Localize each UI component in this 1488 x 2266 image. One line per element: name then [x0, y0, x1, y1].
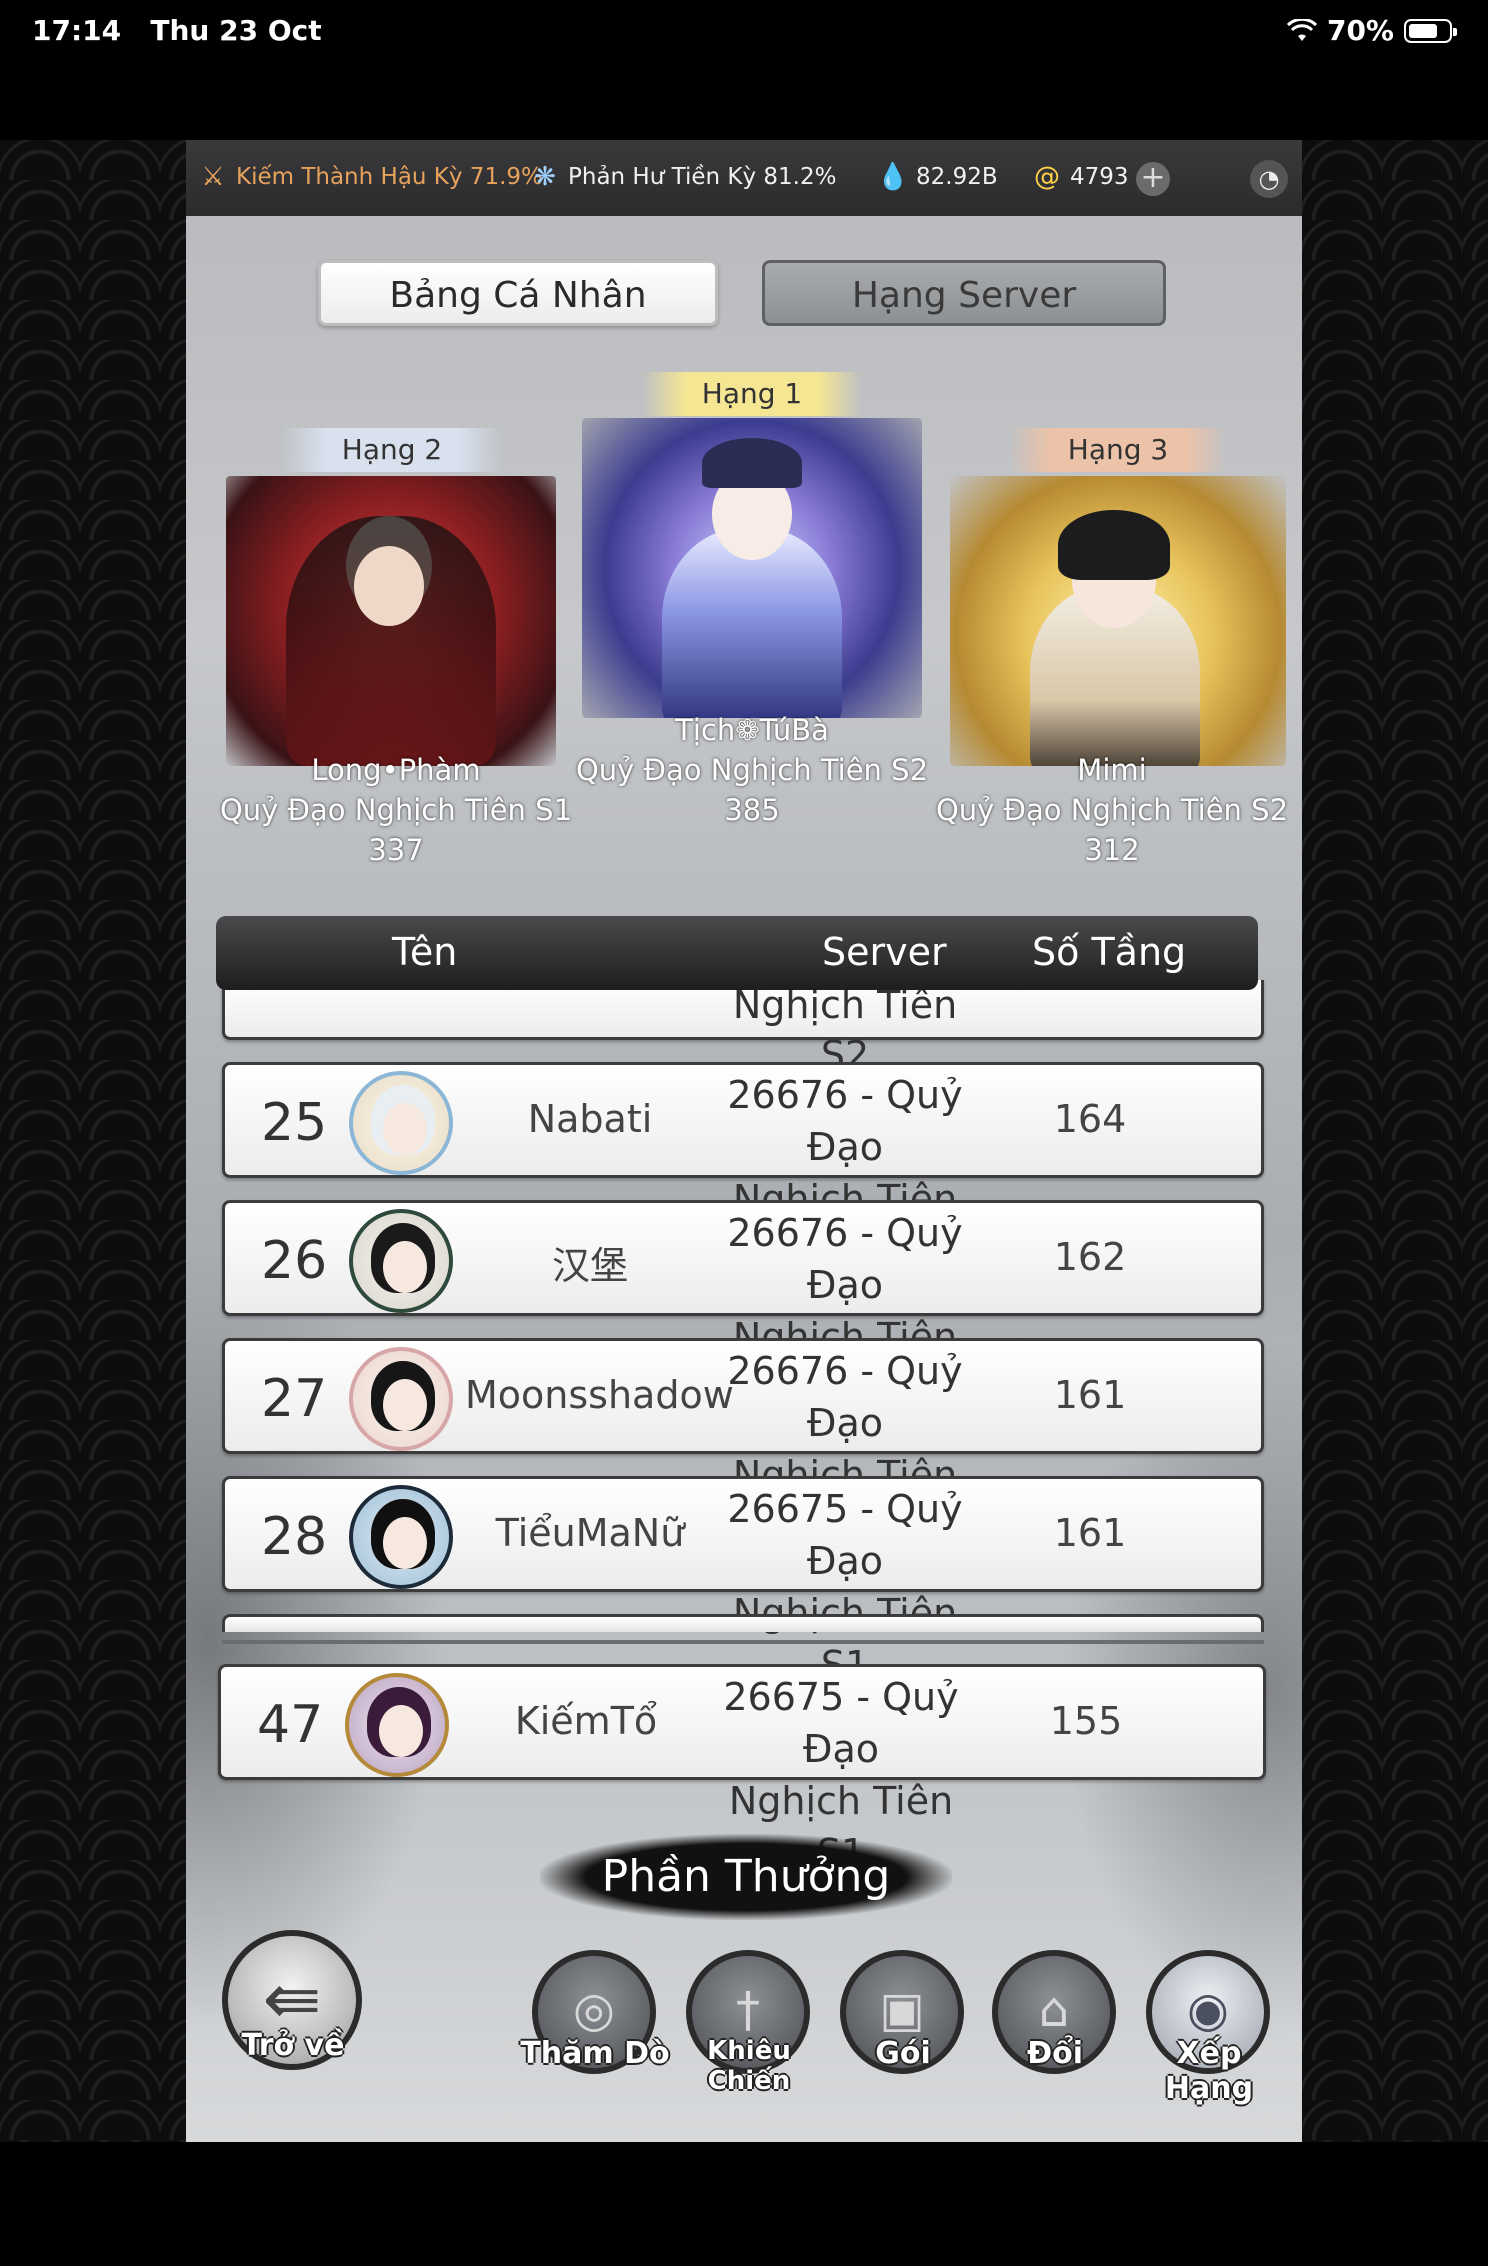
water-drop-icon: 💧: [876, 162, 910, 192]
game-screen: ⚔ Kiếm Thành Hậu Kỳ 71.9% ❋ Phản Hư Tiền…: [186, 140, 1302, 2142]
currency-coin-value: 4793: [1070, 164, 1129, 190]
row-server: 26675 - Quỷ Đạo Nghịch Tiên S1: [715, 1483, 975, 1691]
avatar: [349, 1071, 453, 1175]
row-name: Moonsshadow: [465, 1373, 734, 1417]
table-row[interactable]: 25 Nabati 26676 - Quỷ Đạo Nghịch Tiên S2…: [222, 1062, 1264, 1273]
currency-drop[interactable]: 💧 82.92B: [876, 160, 998, 194]
avatar: [349, 1209, 453, 1313]
table-row[interactable]: 27 Moonsshadow 26676 - Quỷ Đạo Nghịch Ti…: [222, 1338, 1264, 1549]
table-row[interactable]: 28 TiểuMaNữ 26675 - Quỷ Đạo Nghịch Tiên …: [222, 1476, 1264, 1687]
clock-icon[interactable]: ◔: [1250, 160, 1288, 198]
sword-icon: †: [736, 1982, 760, 2038]
realm-sword[interactable]: ⚔ Kiếm Thành Hậu Kỳ 71.9%: [196, 160, 543, 194]
sword-icon: ⚔: [201, 162, 225, 192]
row-server-line1: 26676 - Quỷ Đạo: [727, 1073, 963, 1169]
side-pattern-right: [1302, 140, 1488, 2142]
portrait-rank-2: [226, 476, 556, 766]
side-pattern-left: [0, 140, 186, 2142]
my-ranking-row[interactable]: 47 KiếmTổ 26675 - Quỷ Đạo Nghịch Tiên S1…: [218, 1664, 1266, 1875]
radar-icon: ◎: [573, 1982, 615, 2038]
tab-personal-ranking[interactable]: Bảng Cá Nhân: [318, 260, 718, 326]
header-name: Tên: [392, 930, 458, 974]
row-rank: 47: [257, 1695, 324, 1755]
podium-name-3: Mimi: [1077, 753, 1147, 787]
swirl-coin-icon: @: [1034, 162, 1060, 192]
banner-icon: ◉: [1187, 1982, 1229, 2038]
tab-server-ranking[interactable]: Hạng Server: [762, 260, 1166, 326]
status-right: 70%: [1286, 14, 1457, 47]
row-rank: 26: [261, 1231, 328, 1291]
status-bar: 17:14 Thu 23 Oct 70%: [0, 0, 1488, 64]
row-server-line1: 26675 - Quỷ Đạo: [727, 1487, 963, 1583]
currency-coin[interactable]: @ 4793: [1030, 160, 1129, 194]
podium-info-3: Mimi Quỷ Đạo Nghịch Tiên S2 312: [922, 750, 1302, 870]
table-row-cutoff: [222, 1614, 1264, 1632]
scroll-separator: [222, 1640, 1264, 1644]
podium-info-1: Tịch❁TúBà Quỷ Đạo Nghịch Tiên S2 385: [566, 710, 938, 830]
add-currency-button[interactable]: +: [1136, 162, 1170, 196]
rank-badge-1: Hạng 1: [642, 372, 862, 416]
podium-name-1: Tịch❁TúBà: [675, 713, 829, 747]
status-date: Thu 23 Oct: [150, 14, 322, 47]
portrait-rank-1: [582, 418, 922, 718]
currency-drop-value: 82.92B: [916, 164, 998, 190]
realm-fan[interactable]: ❋ Phản Hư Tiền Kỳ 81.2%: [528, 160, 836, 194]
rank-badge-2: Hạng 2: [282, 428, 502, 472]
back-label: Trở về: [241, 2028, 345, 2063]
exchange-label: Đổi: [1026, 2036, 1084, 2071]
row-rank: 28: [261, 1507, 328, 1567]
battery-icon: [1404, 18, 1457, 43]
battery-percent: 70%: [1326, 14, 1394, 47]
row-name: KiếmTổ: [514, 1699, 658, 1743]
row-name: Nabati: [527, 1097, 653, 1141]
row-floors: 161: [1053, 1373, 1127, 1417]
wifi-icon: [1286, 18, 1317, 41]
realm-fan-text: Phản Hư Tiền Kỳ 81.2%: [568, 164, 837, 190]
header-floors: Số Tầng: [1032, 930, 1187, 974]
challenge-label: Khiêu Chiến: [707, 2036, 791, 2096]
avatar: [345, 1673, 449, 1777]
podium-server-1: Quỷ Đạo Nghịch Tiên S2: [575, 753, 929, 787]
status-clock: 17:14: [32, 14, 122, 47]
row-floors: 164: [1053, 1097, 1127, 1141]
rank-badge-3: Hạng 3: [1008, 428, 1228, 472]
portrait-rank-3: [950, 476, 1286, 766]
shop-icon: ⌂: [1038, 1982, 1070, 2038]
pack-label: Gói: [875, 2036, 931, 2071]
chest-icon: ▣: [879, 1982, 925, 2038]
podium-info-2: Long•Phàm Quỷ Đạo Nghịch Tiên S1 337: [186, 750, 606, 870]
row-floors: 161: [1053, 1511, 1127, 1555]
ranking-label: Xếp Hạng: [1164, 2036, 1254, 2106]
status-time: 17:14 Thu 23 Oct: [32, 14, 322, 47]
header-server: Server: [822, 930, 947, 974]
row-server-line1: 26676 - Quỷ Đạo: [727, 1211, 963, 1307]
podium-floors-3: 312: [1084, 833, 1140, 867]
resource-bar: ⚔ Kiếm Thành Hậu Kỳ 71.9% ❋ Phản Hư Tiền…: [186, 140, 1302, 216]
row-rank: 27: [261, 1369, 328, 1429]
avatar: [349, 1485, 453, 1589]
podium-server-2: Quỷ Đạo Nghịch Tiên S1: [219, 793, 573, 827]
row-floors: 162: [1053, 1235, 1127, 1279]
podium-floors-1: 385: [724, 793, 780, 827]
row-name: 汉堡: [551, 1244, 628, 1288]
row-server-line1: 26676 - Quỷ Đạo: [727, 1349, 963, 1445]
ranking-table-header: Tên Server Số Tầng: [216, 916, 1258, 990]
podium-floors-2: 337: [368, 833, 424, 867]
reward-button[interactable]: Phần Thưởng: [540, 1834, 952, 1920]
row-server-line1: 26675 - Quỷ Đạo: [723, 1675, 959, 1771]
row-rank: 25: [261, 1093, 328, 1153]
avatar: [349, 1347, 453, 1451]
row-name: TiểuMaNữ: [495, 1511, 685, 1555]
explore-label: Thăm Dò: [520, 2036, 670, 2071]
row-floors: 155: [1049, 1699, 1123, 1743]
realm-sword-text: Kiếm Thành Hậu Kỳ 71.9%: [236, 164, 543, 190]
podium-server-3: Quỷ Đạo Nghịch Tiên S2: [935, 793, 1289, 827]
podium-name-2: Long•Phàm: [311, 753, 481, 787]
fan-icon: ❋: [534, 162, 556, 192]
table-row[interactable]: 26 汉堡 26676 - Quỷ Đạo Nghịch Tiên S2 162: [222, 1200, 1264, 1411]
